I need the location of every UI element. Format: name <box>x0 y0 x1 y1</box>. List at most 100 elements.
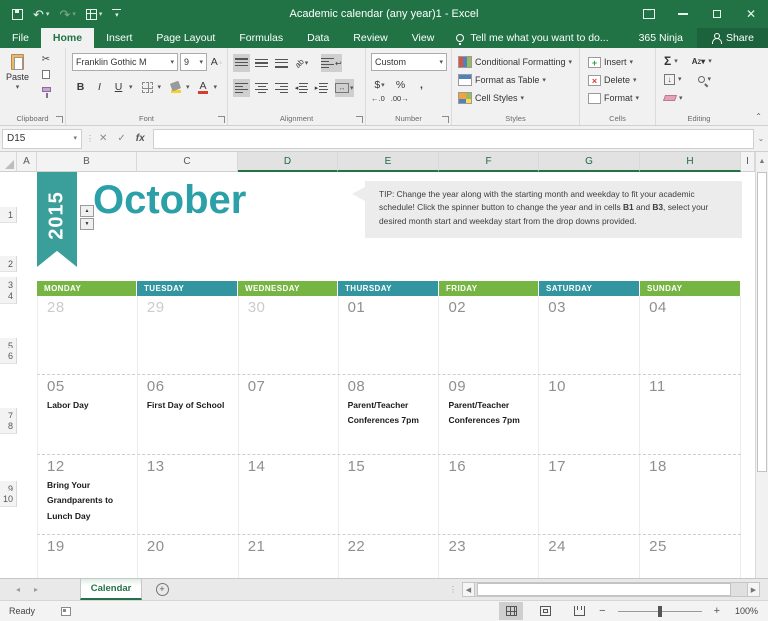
redo-button[interactable]: ↷ ▾ <box>59 8 75 21</box>
day-cell[interactable]: 09 Parent/Teacher Conferences 7pm <box>439 375 540 454</box>
vertical-scroll-thumb[interactable] <box>757 172 767 472</box>
horizontal-scrollbar[interactable]: ⋮ ◀ ▶ <box>449 579 768 600</box>
day-cell[interactable]: 02 <box>439 296 540 374</box>
increase-indent-button[interactable]: ▸ <box>313 79 330 97</box>
borders-button[interactable] <box>139 78 156 96</box>
clear-button[interactable]: ▾ <box>662 90 683 106</box>
decrease-decimal-button[interactable]: .00→ <box>391 94 409 103</box>
tab-file[interactable]: File <box>0 28 41 48</box>
save-icon[interactable] <box>12 8 23 20</box>
day-cell[interactable]: 25 <box>640 535 742 578</box>
day-cell[interactable]: 04 <box>640 296 742 374</box>
collapse-ribbon-icon[interactable]: ⌃ <box>755 112 762 121</box>
day-cell[interactable]: 11 <box>640 375 742 454</box>
scroll-up-icon[interactable]: ▲ <box>756 154 768 170</box>
ribbon-display-options-button[interactable]: ⌃ <box>632 0 666 28</box>
zoom-in-button[interactable]: + <box>706 605 728 617</box>
sort-filter-button[interactable]: AZ▾ ▾ <box>692 53 712 69</box>
sheet-canvas[interactable]: 2015 ▲ ▼ October TIP: Change the year al… <box>17 172 755 578</box>
day-cell[interactable]: 07 <box>239 375 339 454</box>
wrap-text-button[interactable]: ↩ <box>321 54 342 72</box>
format-painter-button[interactable] <box>38 83 54 98</box>
minimize-button[interactable] <box>666 0 700 28</box>
column-header-e[interactable]: E <box>338 152 439 172</box>
cut-button[interactable]: ✂ <box>38 53 54 66</box>
align-right-button[interactable] <box>273 79 290 97</box>
zoom-out-button[interactable]: − <box>591 605 613 617</box>
confirm-entry-icon[interactable]: ✓ <box>117 133 125 144</box>
delete-cells-button[interactable]: × Delete ▾ <box>588 72 637 88</box>
column-header-h[interactable]: H <box>640 152 741 172</box>
page-break-view-button[interactable] <box>567 602 591 620</box>
day-cell[interactable]: 18 <box>640 455 742 534</box>
clipboard-dialog-launcher-icon[interactable] <box>56 116 63 123</box>
fill-color-button[interactable] <box>167 78 184 96</box>
number-dialog-launcher-icon[interactable] <box>442 116 449 123</box>
currency-button[interactable]: $ ▾ <box>371 76 388 94</box>
column-header-g[interactable]: G <box>539 152 640 172</box>
expand-formula-bar-icon[interactable]: ⌄ <box>754 134 768 143</box>
alignment-dialog-launcher-icon[interactable] <box>356 116 363 123</box>
row-header-2[interactable]: 2 <box>0 256 17 272</box>
top-align-button[interactable] <box>233 54 250 72</box>
spinner-down-button[interactable]: ▼ <box>80 218 94 230</box>
formula-input[interactable] <box>152 128 754 149</box>
scrollbar-splitter[interactable]: ⋮ <box>449 585 458 594</box>
share-button[interactable]: Share <box>696 28 768 48</box>
day-cell[interactable]: 12 Bring Your Grandparents to Lunch Day <box>38 455 138 534</box>
day-cell[interactable]: 24 <box>539 535 641 578</box>
percent-button[interactable]: % <box>392 76 409 94</box>
name-box-splitter[interactable]: ⋮ <box>86 134 95 143</box>
macro-record-icon[interactable] <box>61 606 72 616</box>
normal-view-button[interactable] <box>499 602 524 620</box>
day-cell[interactable]: 21 <box>239 535 339 578</box>
tab-view[interactable]: View <box>400 28 447 48</box>
comma-style-button[interactable]: , <box>413 76 430 94</box>
column-header-b[interactable]: B <box>37 152 137 172</box>
grow-font-button[interactable]: A ▴ <box>208 53 225 71</box>
format-as-table-button[interactable]: Format as Table ▾ <box>458 72 546 88</box>
font-dialog-launcher-icon[interactable] <box>218 116 225 123</box>
tab-page-layout[interactable]: Page Layout <box>144 28 227 48</box>
day-cell[interactable]: 13 <box>138 455 239 534</box>
vertical-scrollbar[interactable]: ▲ <box>755 152 768 578</box>
day-cell[interactable]: 17 <box>539 455 641 534</box>
horizontal-scroll-thumb[interactable] <box>477 583 731 596</box>
format-cells-button[interactable]: Format ▾ <box>588 90 639 106</box>
day-cell[interactable]: 05 Labor Day <box>38 375 138 454</box>
decrease-indent-button[interactable]: ◂ <box>293 79 310 97</box>
qat-grid-button[interactable]: ▾ <box>85 8 102 20</box>
sheet-nav-right-icon[interactable]: ▸ <box>34 585 38 594</box>
day-cell[interactable]: 16 <box>439 455 540 534</box>
row-header-6[interactable]: 6 <box>0 348 17 364</box>
copy-button[interactable] <box>38 68 55 81</box>
align-center-button[interactable] <box>253 79 270 97</box>
fill-button[interactable]: ↓ ▾ <box>664 71 682 87</box>
row-header-4[interactable]: 4 <box>0 288 17 304</box>
select-all-corner[interactable] <box>0 152 17 172</box>
restore-button[interactable] <box>700 0 734 28</box>
tab-data[interactable]: Data <box>295 28 341 48</box>
cell-styles-button[interactable]: Cell Styles ▾ <box>458 90 524 106</box>
day-cell[interactable]: 10 <box>539 375 641 454</box>
font-color-button[interactable]: A <box>195 78 212 96</box>
bold-button[interactable]: B <box>72 78 89 96</box>
conditional-formatting-button[interactable]: Conditional Formatting ▾ <box>458 54 572 70</box>
scroll-left-icon[interactable]: ◀ <box>462 582 475 597</box>
increase-decimal-button[interactable]: ←.0 <box>371 94 385 103</box>
day-cell[interactable]: 29 <box>138 296 239 374</box>
close-button[interactable]: ✕ <box>734 0 768 28</box>
spinner-up-button[interactable]: ▲ <box>80 205 94 217</box>
paste-button[interactable]: Paste ▾ <box>6 54 29 91</box>
column-header-a[interactable]: A <box>17 152 37 172</box>
day-cell[interactable]: 06 First Day of School <box>138 375 239 454</box>
account-name[interactable]: 365 Ninja <box>625 28 697 48</box>
merge-center-button[interactable]: ↔ ▾ <box>335 79 354 97</box>
day-cell[interactable]: 08 Parent/Teacher Conferences 7pm <box>339 375 440 454</box>
font-size-select[interactable]: 9 ▾ <box>180 53 207 71</box>
day-cell[interactable]: 19 <box>38 535 138 578</box>
tab-insert[interactable]: Insert <box>94 28 144 48</box>
row-header-1[interactable]: 1 <box>0 207 17 223</box>
scroll-right-icon[interactable]: ▶ <box>747 582 760 597</box>
sheet-tab-calendar[interactable]: Calendar <box>80 579 143 600</box>
